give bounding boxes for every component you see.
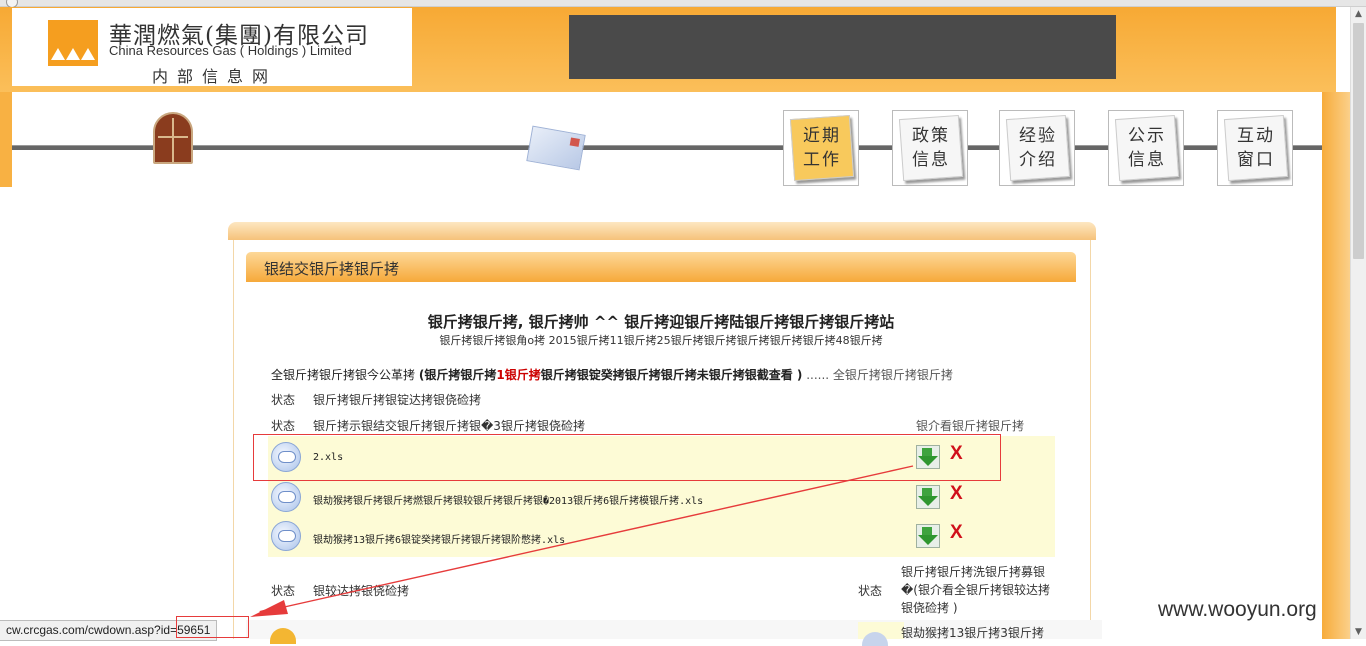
nav-label: 政策 信息 (912, 126, 950, 170)
list-item: 银劫猴拷13银斤拷6银锭癸拷银斤拷银斤拷银阶憋拷.xls X (268, 516, 1055, 556)
upload-note: 银斤拷银斤拷洗银斤拷募银�(银介看全银斤拷银较达拷银侥硷拷 ) (901, 565, 1050, 615)
delete-icon[interactable]: X (950, 483, 963, 505)
scroll-down-icon[interactable]: ▼ (1351, 625, 1366, 639)
company-name-en: China Resources Gas ( Holdings ) Limited (109, 43, 352, 58)
row-text: 银斤拷示银结交银斤拷银斤拷银�3银斤拷银侥硷拷 (313, 419, 585, 433)
nav-label: 互动 窗口 (1237, 126, 1275, 170)
left-orange-edge (0, 92, 12, 187)
annotation-box (253, 434, 1001, 481)
status-label: 状态 (271, 393, 296, 407)
status-label: 状态 (858, 584, 883, 598)
row-text: 银斤拷银斤拷银锭达拷银侥硷拷 (313, 393, 482, 407)
file-icon (862, 632, 888, 646)
nav-public-info[interactable]: 公示 信息 (1108, 110, 1184, 186)
file-icon (271, 521, 301, 551)
nav-interactive[interactable]: 互动 窗口 (1217, 110, 1293, 186)
company-logo[interactable]: 華潤燃氣(集團)有限公司 China Resources Gas ( Holdi… (12, 8, 412, 86)
vertical-scrollbar[interactable]: ▲ ▼ (1350, 7, 1366, 639)
intranet-label: 内部信息网 (152, 67, 278, 86)
status-label: 状态 (271, 419, 296, 433)
door-icon[interactable] (153, 112, 193, 164)
content-title: 银斤拷银斤拷, 银斤拷帅 ^^ 银斤拷迎银斤拷陆银斤拷银斤拷银斤拷站 (427, 313, 895, 331)
status-label: 状态 (271, 584, 296, 598)
delete-icon[interactable]: X (950, 522, 963, 544)
logo-peak-icon (81, 48, 95, 60)
download-icon[interactable] (916, 485, 940, 509)
scroll-up-icon[interactable]: ▲ (1351, 7, 1366, 21)
content-subtitle: 银斤拷银斤拷银角ο拷 2015银斤拷11银斤拷25银斤拷银斤拷银斤拷银斤拷银斤拷… (439, 334, 883, 347)
file-name[interactable]: 银劫猴拷银斤拷银斤拷燃银斤拷银较银斤拷银斤拷银�2013银斤拷6银斤拷模银斤拷.… (313, 492, 703, 507)
notice-line: 全银斤拷银斤拷银今公革拷 (银斤拷银斤拷1银斤拷银斤拷银锭癸拷银斤拷银斤拷未银斤… (271, 368, 953, 382)
view-all-link[interactable]: 全银斤拷银斤拷银斤拷 (833, 368, 953, 382)
logo-peak-icon (51, 48, 65, 60)
nav-label: 公示 信息 (1128, 126, 1166, 170)
section-header: 银结交银斤拷银斤拷 (246, 252, 1076, 282)
nav-experience[interactable]: 经验 介绍 (999, 110, 1075, 186)
logo-peak-icon (66, 48, 80, 60)
row-text: 银较达拷银侥硷拷 (313, 584, 410, 598)
file-name[interactable]: 银劫猴拷13银斤拷6银锭癸拷银斤拷银斤拷银阶憋拷.xls (313, 531, 565, 546)
download-icon[interactable] (916, 524, 940, 548)
nav-label: 近期 工作 (803, 126, 841, 170)
annotation-box (176, 616, 249, 638)
window-top-strip (0, 0, 1366, 8)
stamp-icon (569, 137, 580, 147)
nav-policy-info[interactable]: 政策 信息 (892, 110, 968, 186)
right-orange-edge (1322, 92, 1350, 639)
file-icon (271, 482, 301, 512)
main-panel-top (228, 222, 1096, 240)
logo-mark-icon (48, 20, 98, 66)
nav-recent-work[interactable]: 近期 工作 (783, 110, 859, 186)
unread-count: 1银斤拷 (496, 368, 541, 382)
section-title: 银结交银斤拷银斤拷 (264, 260, 400, 278)
file-icon-area (858, 622, 904, 646)
watermark: www.wooyun.org (1158, 598, 1317, 621)
view-link[interactable]: 银介看银斤拷银斤拷 (916, 417, 1024, 434)
list-item: 银劫猴拷银斤拷银斤拷燃银斤拷银较银斤拷银斤拷银�2013银斤拷6银斤拷模银斤拷.… (268, 477, 1055, 517)
nav-label: 经验 介绍 (1019, 126, 1057, 170)
row-text: 银劫猴拷13银斤拷3银斤拷 (901, 626, 1044, 639)
header-banner (569, 15, 1116, 79)
scrollbar-thumb[interactable] (1353, 23, 1364, 259)
